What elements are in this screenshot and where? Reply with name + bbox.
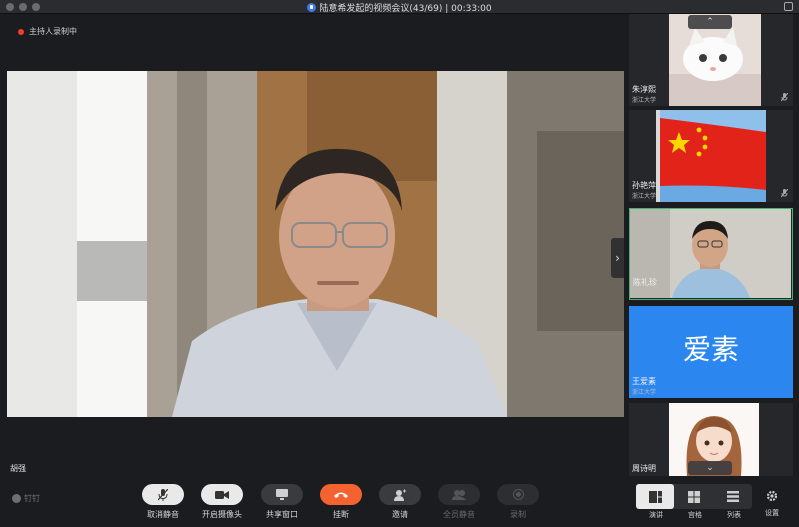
participant-sidebar: 朱淳熙 浙江大学 ⌃ 孙艳萍 浙江大学 陈礼珍 爱素 王爱素 浙江大学 周诗明 … bbox=[625, 14, 799, 476]
list-view-label: 列表 bbox=[727, 511, 741, 519]
speaker-view-label: 演讲 bbox=[649, 511, 663, 519]
invite-button[interactable]: 邀请 bbox=[377, 484, 423, 520]
settings-label: 设置 bbox=[765, 509, 779, 517]
hang-up-label: 挂断 bbox=[333, 510, 349, 519]
invite-icon bbox=[379, 484, 421, 505]
speaker-name: 胡强 bbox=[10, 464, 26, 473]
record-label: 录制 bbox=[510, 510, 526, 519]
unmute-button[interactable]: 取消静音 bbox=[140, 484, 186, 520]
mic-muted-icon bbox=[781, 189, 788, 198]
participant-tile[interactable]: 孙艳萍 浙江大学 bbox=[629, 110, 793, 202]
scroll-up-chevron-icon[interactable]: ⌃ bbox=[688, 15, 732, 29]
share-window-button[interactable]: 共享窗口 bbox=[259, 484, 305, 520]
participant-org: 浙江大学 bbox=[632, 193, 657, 200]
list-view-button[interactable] bbox=[714, 484, 752, 509]
speaker-view-icon bbox=[648, 490, 662, 503]
scroll-down-chevron-icon[interactable]: ⌄ bbox=[688, 461, 732, 475]
main-stage: 主持人录制中 › 胡强 bbox=[0, 14, 625, 476]
grid-view-button[interactable] bbox=[675, 484, 713, 509]
participant-name: 孙艳萍 bbox=[632, 181, 656, 190]
recording-label: 主持人录制中 bbox=[29, 27, 77, 36]
mute-all-button[interactable]: 全员静音 bbox=[436, 484, 482, 520]
view-mode-switcher bbox=[636, 484, 752, 509]
mic-muted-icon bbox=[781, 93, 788, 102]
meeting-toolbar: 钉钉 取消静音 开启摄像头 共享窗口 挂断 邀请 全员静音 录制 演讲 宫格 列… bbox=[0, 476, 799, 527]
list-view-icon bbox=[727, 491, 739, 502]
shield-icon bbox=[307, 3, 317, 12]
next-page-arrow-icon[interactable]: › bbox=[611, 238, 624, 278]
fullscreen-icon[interactable] bbox=[784, 2, 793, 11]
unmute-label: 取消静音 bbox=[147, 510, 179, 519]
recording-indicator: 主持人录制中 bbox=[18, 26, 77, 37]
participant-tile-active[interactable]: 陈礼珍 bbox=[629, 208, 793, 300]
speaker-video-image bbox=[7, 71, 624, 417]
participant-org: 浙江大学 bbox=[632, 97, 657, 104]
camera-icon bbox=[201, 484, 243, 505]
invite-label: 邀请 bbox=[392, 510, 408, 519]
record-icon bbox=[497, 484, 539, 505]
share-screen-icon bbox=[261, 484, 303, 505]
participant-tile[interactable]: 爱素 王爱素 浙江大学 bbox=[629, 306, 793, 398]
start-camera-button[interactable]: 开启摄像头 bbox=[199, 484, 245, 520]
grid-view-icon bbox=[688, 490, 700, 503]
gear-icon bbox=[766, 490, 778, 502]
record-button[interactable]: 录制 bbox=[495, 484, 541, 520]
participant-avatar-text: 爱素 bbox=[682, 333, 739, 366]
participant-org: 浙江大学 bbox=[632, 389, 657, 396]
speaker-view-button[interactable] bbox=[636, 484, 674, 509]
title-bar: 陆意希发起的视频会议(43/69) | 00:33:00 bbox=[0, 0, 799, 14]
brand-logo: 钉钉 bbox=[12, 493, 40, 504]
participant-name: 朱淳熙 bbox=[632, 85, 656, 94]
hangup-icon bbox=[320, 484, 362, 505]
settings-button[interactable]: 设置 bbox=[765, 490, 779, 518]
start-camera-label: 开启摄像头 bbox=[202, 510, 242, 519]
participant-name: 陈礼珍 bbox=[633, 278, 657, 287]
hang-up-button[interactable]: 挂断 bbox=[318, 484, 364, 520]
speaker-video bbox=[7, 71, 624, 417]
mute-all-icon bbox=[438, 484, 480, 505]
share-window-label: 共享窗口 bbox=[266, 510, 298, 519]
recording-dot-icon bbox=[18, 28, 24, 35]
dingtalk-logo-icon bbox=[12, 494, 21, 503]
brand-name: 钉钉 bbox=[24, 494, 40, 503]
mute-all-label: 全员静音 bbox=[443, 510, 475, 519]
participant-name: 周诗明 bbox=[632, 464, 656, 473]
mic-muted-icon bbox=[142, 484, 184, 505]
participant-name: 王爱素 bbox=[632, 377, 656, 386]
window-title: 陆意希发起的视频会议(43/69) | 00:33:00 bbox=[0, 1, 799, 14]
grid-view-label: 宫格 bbox=[688, 511, 702, 519]
